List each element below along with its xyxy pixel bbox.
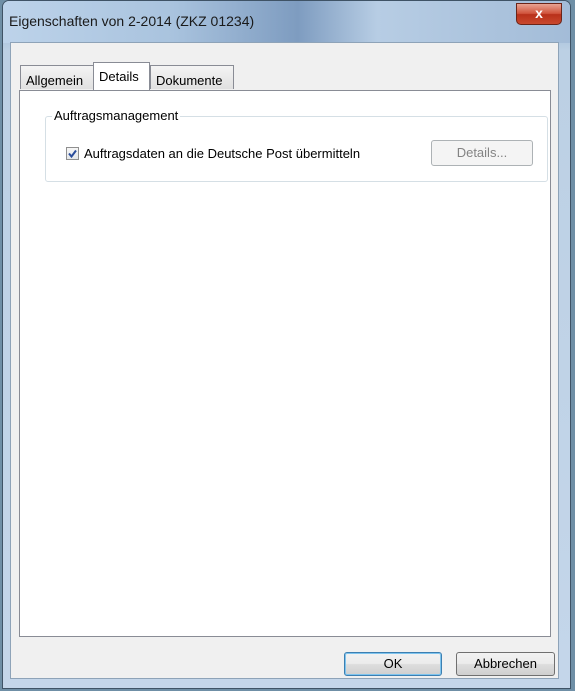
title-bar[interactable]: Eigenschaften von 2-2014 (ZKZ 01234) x [3, 1, 570, 43]
window-title: Eigenschaften von 2-2014 (ZKZ 01234) [9, 13, 255, 29]
close-icon: x [535, 5, 543, 21]
tab-allgemein[interactable]: Allgemein [20, 65, 94, 89]
tab-label: Allgemein [26, 73, 84, 88]
send-order-data-checkbox[interactable] [66, 147, 79, 160]
tab-dokumente[interactable]: Dokumente [150, 65, 234, 89]
checkmark-icon [68, 149, 77, 159]
tab-details[interactable]: Details [93, 62, 150, 90]
send-order-data-label[interactable]: Auftragsdaten an die Deutsche Post überm… [84, 146, 360, 161]
groupbox-legend: Auftragsmanagement [52, 108, 181, 123]
ok-button[interactable]: OK [344, 652, 442, 676]
tab-label: Details [99, 69, 139, 84]
close-button[interactable]: x [516, 3, 562, 25]
tab-panel-details: Auftragsmanagement Auftragsdaten an die … [19, 90, 551, 637]
cancel-button[interactable]: Abbrechen [456, 652, 555, 676]
tab-label: Dokumente [156, 73, 223, 88]
details-button[interactable]: Details... [431, 140, 533, 166]
groupbox-auftragsmanagement: Auftragsmanagement Auftragsdaten an die … [45, 108, 548, 182]
